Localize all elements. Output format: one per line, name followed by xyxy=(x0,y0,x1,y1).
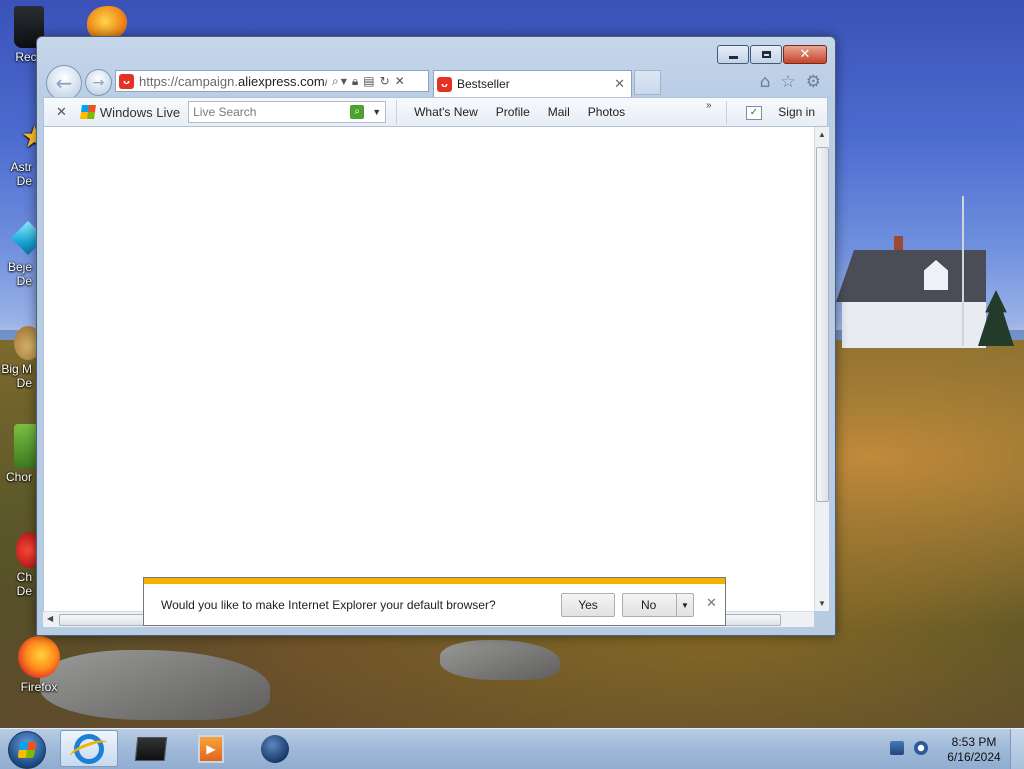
taskbar-internet-explorer[interactable] xyxy=(60,730,118,767)
windows-live-toolbar: ✕ Windows Live Live Search ⌕ ▼ What's Ne… xyxy=(43,97,828,127)
aliexpress-favicon-icon: ᴗ xyxy=(119,73,134,89)
command-prompt-icon xyxy=(134,736,168,761)
show-desktop-button[interactable] xyxy=(1010,729,1024,769)
close-window-button[interactable]: ✕ xyxy=(783,45,827,64)
taskbar: ▶ 8:53 PM 6/16/2024 xyxy=(0,728,1024,769)
maximize-icon xyxy=(761,51,771,58)
yes-button[interactable]: Yes xyxy=(561,593,615,617)
settings-gear-icon[interactable]: ⚙ xyxy=(806,72,821,92)
wallpaper-flagpole xyxy=(962,196,964,346)
back-arrow-icon: ← xyxy=(55,71,73,95)
notification-message: Would you like to make Internet Explorer… xyxy=(161,598,496,612)
taskbar-command-prompt[interactable] xyxy=(122,730,180,767)
no-button[interactable]: No ▼ xyxy=(622,593,694,617)
windows-logo-icon xyxy=(17,742,37,758)
globe-icon xyxy=(261,734,289,763)
close-toolbar-icon[interactable]: ✕ xyxy=(56,105,67,120)
desktop-icon-firefox[interactable]: Firefox xyxy=(4,636,74,694)
close-icon: ✕ xyxy=(799,47,811,62)
desktop-icon-label: Big M De xyxy=(1,362,32,390)
taskbar-clock[interactable]: 8:53 PM 6/16/2024 xyxy=(940,735,1008,765)
desktop-icon-label: Firefox xyxy=(20,680,58,694)
tab-title: Bestseller xyxy=(457,77,510,91)
network-icon[interactable] xyxy=(914,741,928,755)
dropdown-arrow-icon[interactable]: ▼ xyxy=(372,107,381,117)
start-button[interactable] xyxy=(8,731,46,769)
window-controls: ✕ xyxy=(716,45,827,64)
favorites-star-icon[interactable]: ☆ xyxy=(781,72,796,92)
windows-live-button[interactable]: Windows Live xyxy=(79,104,181,120)
media-player-icon: ▶ xyxy=(198,734,224,763)
aliexpress-favicon-icon: ᴗ xyxy=(437,76,452,92)
link-photos[interactable]: Photos xyxy=(588,105,625,119)
url-domain: aliexpress.com xyxy=(238,73,325,89)
close-notification-icon[interactable]: ✕ xyxy=(706,596,717,611)
taskbar-media-player[interactable]: ▶ xyxy=(182,730,240,767)
windows-flag-icon xyxy=(79,105,96,119)
back-button[interactable]: ← xyxy=(46,65,82,101)
new-tab-button[interactable] xyxy=(634,70,661,95)
compatibility-view-icon[interactable]: ▤ xyxy=(363,74,374,88)
link-whats-new[interactable]: What's New xyxy=(414,105,478,119)
more-links-chevron-icon[interactable]: » xyxy=(706,100,712,111)
no-dropdown-arrow-icon[interactable]: ▼ xyxy=(676,594,693,616)
clock-date: 6/16/2024 xyxy=(947,750,1001,764)
desktop-icon-label: Chor xyxy=(5,470,32,484)
live-search-box[interactable]: Live Search ⌕ ▼ xyxy=(188,101,387,123)
wallpaper-rock xyxy=(440,640,560,680)
checkbox-icon[interactable]: ✓ xyxy=(746,106,762,120)
vertical-scrollbar[interactable]: ▲ ▼ xyxy=(814,127,829,611)
maximize-button[interactable] xyxy=(750,45,782,64)
notification-accent-band xyxy=(144,578,725,584)
windows-live-label: Windows Live xyxy=(99,104,181,120)
toolbar-separator xyxy=(396,100,398,124)
desktop-icon-label: Ch De xyxy=(16,570,32,598)
desktop-icon-label: Astr De xyxy=(10,160,32,188)
minimize-button[interactable] xyxy=(717,45,749,64)
sign-in-link[interactable]: Sign in xyxy=(778,105,815,119)
refresh-icon[interactable]: ↻ xyxy=(380,74,390,88)
url-prefix: https://campaign. xyxy=(139,73,238,89)
system-tray xyxy=(890,741,928,755)
vertical-scrollbar-thumb[interactable] xyxy=(816,147,829,502)
action-center-flag-icon[interactable] xyxy=(890,741,904,755)
link-profile[interactable]: Profile xyxy=(496,105,530,119)
forward-arrow-icon: → xyxy=(92,74,105,91)
lock-icon[interactable]: 🔒︎ xyxy=(352,74,358,89)
internet-explorer-window: ✕ ← → ᴗ https://campaign.aliexpress.com/… xyxy=(36,36,836,636)
live-search-input[interactable]: Live Search xyxy=(189,105,350,119)
internet-explorer-icon xyxy=(74,733,104,764)
page-content-area[interactable] xyxy=(43,127,815,611)
toolbar-right-icons: ⌂ ☆ ⚙ xyxy=(760,72,821,92)
home-icon[interactable]: ⌂ xyxy=(760,72,771,92)
forward-button[interactable]: → xyxy=(85,69,112,96)
yes-label: Yes xyxy=(578,598,598,612)
tab-bestseller[interactable]: ᴗ Bestseller ✕ xyxy=(433,70,632,97)
address-url[interactable]: https://campaign.aliexpress.com/w xyxy=(139,74,327,89)
stop-icon[interactable]: ✕ xyxy=(395,74,405,88)
link-mail[interactable]: Mail xyxy=(548,105,570,119)
search-icon[interactable]: ⌕ xyxy=(332,74,339,89)
desktop-icon-label: Beje De xyxy=(7,260,32,288)
game-icon xyxy=(14,424,38,468)
scroll-down-arrow-icon[interactable]: ▼ xyxy=(818,599,826,608)
toolbar-links: What's New Profile Mail Photos xyxy=(405,105,634,119)
clock-time: 8:53 PM xyxy=(951,735,997,749)
scroll-up-arrow-icon[interactable]: ▲ xyxy=(818,130,826,139)
dropdown-arrow-icon[interactable]: ▼ xyxy=(341,77,347,86)
taskbar-globe-app[interactable] xyxy=(246,730,304,767)
fish-icon xyxy=(87,6,127,40)
address-bar[interactable]: ᴗ https://campaign.aliexpress.com/w ⌕ ▼ … xyxy=(115,70,429,92)
default-browser-notification: Would you like to make Internet Explorer… xyxy=(143,577,726,626)
minimize-icon xyxy=(728,55,738,59)
close-tab-icon[interactable]: ✕ xyxy=(614,77,625,92)
no-label: No xyxy=(641,598,657,612)
firefox-icon xyxy=(18,636,60,678)
search-go-icon[interactable]: ⌕ xyxy=(350,105,365,119)
url-suffix: /w xyxy=(325,74,327,89)
scroll-left-arrow-icon[interactable]: ◀ xyxy=(47,614,53,623)
toolbar-separator xyxy=(726,101,727,125)
